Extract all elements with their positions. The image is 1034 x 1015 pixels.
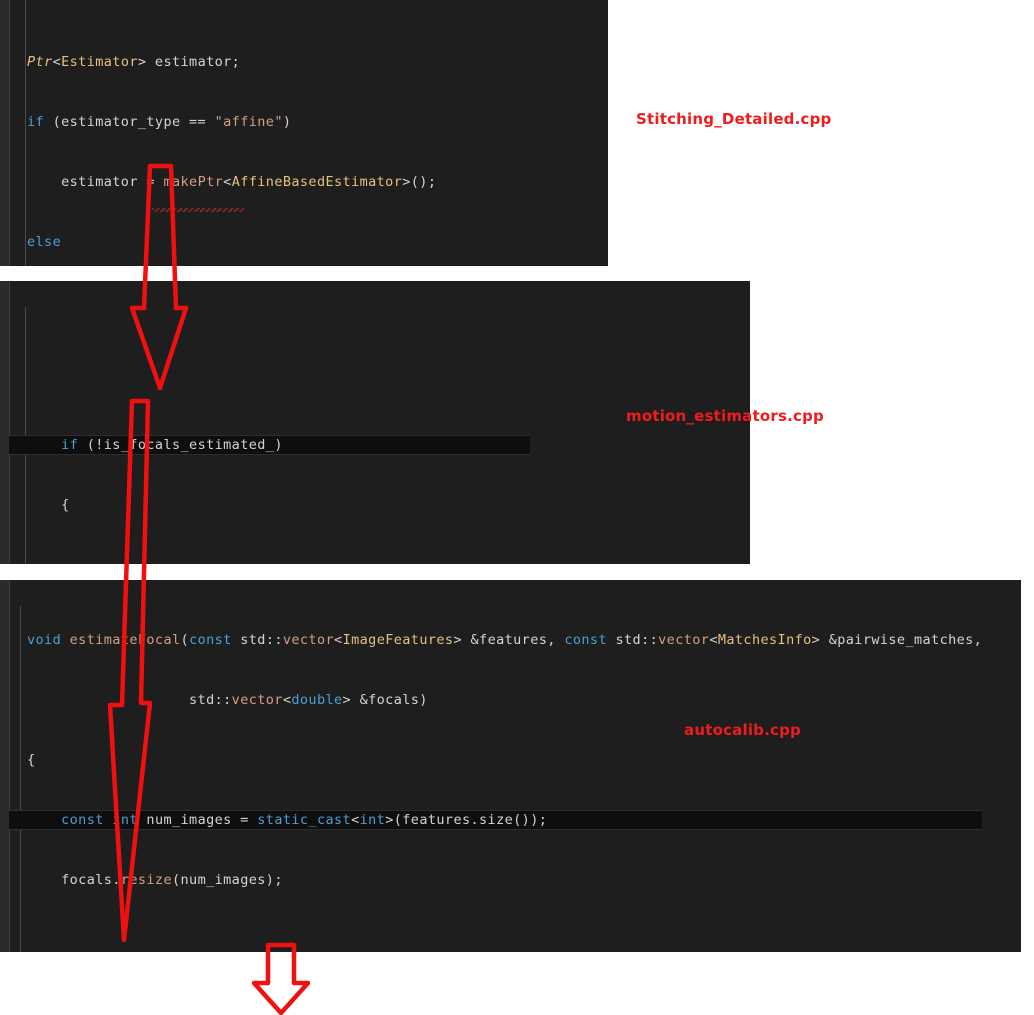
annotation-arrow-3	[251, 942, 311, 1015]
code-panel-autocalib[interactable]: void estimateFocal(const std::vector<Ima…	[0, 580, 1021, 952]
code-panel-stitching-detailed[interactable]: Ptr<Estimator> estimator; if (estimator_…	[0, 0, 608, 266]
code-line: {	[27, 752, 36, 768]
annotation-label-stitching: Stitching_Detailed.cpp	[636, 110, 832, 128]
code-line-highlighted: if (!is_focals_estimated_)	[9, 435, 531, 455]
code-line: if (estimator_type == "affine")	[27, 114, 292, 130]
code-line: void estimateFocal(const std::vector<Ima…	[27, 632, 983, 648]
annotation-label-autocalib: autocalib.cpp	[684, 721, 801, 739]
code-line: focals.resize(num_images);	[27, 872, 283, 888]
code-line: std::vector<double> &focals)	[27, 692, 428, 708]
spell-squiggle	[152, 208, 244, 212]
code-line: estimator = makePtr<AffineBasedEstimator…	[27, 174, 437, 190]
code-line-highlighted: const int num_images = static_cast<int>(…	[9, 810, 983, 830]
annotation-label-motion: motion_estimators.cpp	[626, 407, 824, 425]
code-text-autocalib: void estimateFocal(const std::vector<Ima…	[9, 590, 983, 952]
code-line: else	[27, 234, 62, 250]
code-text-motion: if (!is_focals_estimated_) { // Estimate…	[9, 281, 531, 564]
code-line: Ptr<Estimator> estimator;	[27, 54, 241, 70]
code-text-stitching: Ptr<Estimator> estimator; if (estimator_…	[9, 12, 496, 266]
code-line-clipped	[9, 315, 530, 335]
code-line: {	[27, 497, 70, 513]
